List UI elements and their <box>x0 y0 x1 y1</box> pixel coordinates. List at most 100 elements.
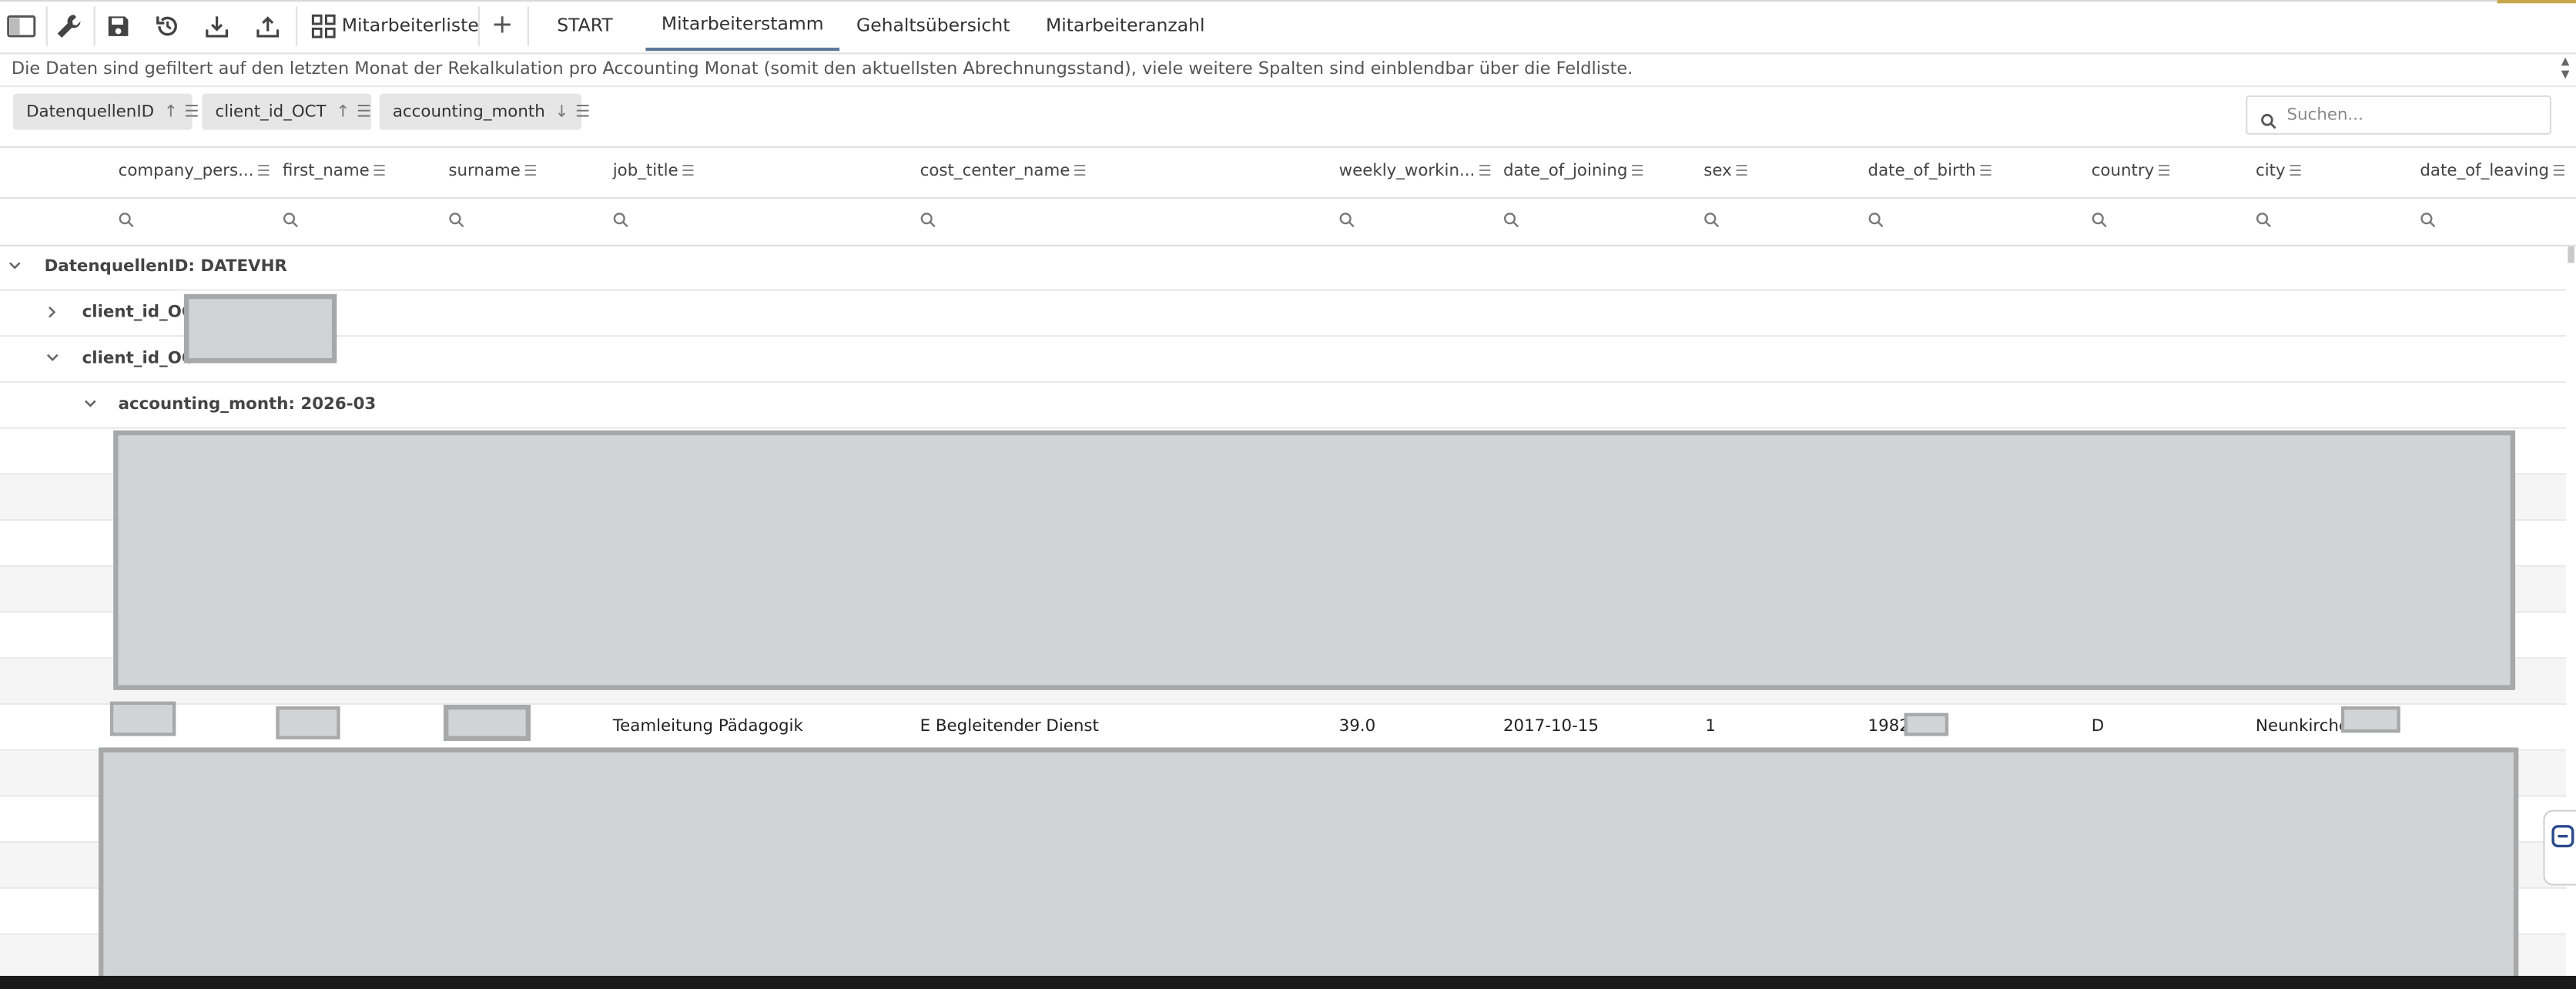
redaction-box <box>1904 712 1949 736</box>
column-header-label: country <box>2091 163 2155 181</box>
column-filter-icon[interactable]: ☰ <box>1074 164 1087 180</box>
toolbar-separator <box>477 6 480 46</box>
filter-search-icon[interactable] <box>2092 212 2108 228</box>
toolbar-separator <box>527 6 529 46</box>
save-icon[interactable] <box>102 10 135 43</box>
side-widget-handle[interactable] <box>2543 810 2576 886</box>
filter-search-icon[interactable] <box>1868 212 1884 228</box>
column-header-weekly-working-hours[interactable]: weekly_workin... ☰ <box>1339 163 1492 180</box>
column-filter-icon[interactable]: ☰ <box>1631 164 1644 180</box>
group-row-client[interactable]: client_id_OCT: <box>0 337 2567 383</box>
column-header-date-of-joining[interactable]: date_of_joining ☰ <box>1503 163 1644 180</box>
toolbar-separator <box>93 6 95 46</box>
cell-sex: 1 <box>1705 718 1716 736</box>
info-bar: Die Daten sind gefiltert auf den letzten… <box>0 52 2576 88</box>
group-chip-label: DatenquellenID <box>26 102 155 121</box>
search-box[interactable]: Suchen... <box>2246 95 2552 135</box>
column-filter-icon[interactable]: ☰ <box>257 164 270 180</box>
column-header-sex[interactable]: sex ☰ <box>1703 163 1748 180</box>
chevron-down-icon[interactable] <box>84 399 97 409</box>
group-row-accounting-month[interactable]: accounting_month: 2026-03 <box>0 383 2567 429</box>
wrench-icon[interactable] <box>52 10 85 43</box>
chevron-down-icon[interactable] <box>8 261 22 271</box>
add-tab-button[interactable]: + <box>491 8 514 40</box>
sort-arrow-icon[interactable]: ↑ <box>164 102 178 120</box>
upload-icon[interactable] <box>251 10 284 43</box>
refresh-icon[interactable] <box>151 10 184 43</box>
filter-icon[interactable]: ☰ <box>184 102 199 120</box>
panel-icon[interactable] <box>5 10 38 43</box>
chevron-down-icon[interactable] <box>46 354 59 364</box>
chat-bubble-icon[interactable] <box>2551 825 2574 848</box>
app-window: Mitarbeiterliste + START Mitarbeiterstam… <box>0 0 2576 989</box>
column-filter-icon[interactable]: ☰ <box>1479 164 1492 180</box>
filter-search-icon[interactable] <box>283 212 299 228</box>
column-header-date-of-leaving[interactable]: date_of_leaving ☰ <box>2420 163 2565 180</box>
group-chip-datenquellenid[interactable]: DatenquellenID ↑ ☰ <box>13 93 199 130</box>
redaction-box <box>113 430 2516 690</box>
tab-mitarbeiterstamm[interactable]: Mitarbeiterstamm <box>645 0 840 52</box>
column-filter-icon[interactable]: ☰ <box>373 164 386 180</box>
column-filter-icon[interactable]: ☰ <box>1979 164 1992 180</box>
group-row-datasource[interactable]: DatenquellenID: DATEVHR <box>0 245 2567 291</box>
filter-icon[interactable]: ☰ <box>575 102 590 120</box>
column-filter-icon[interactable]: ☰ <box>682 164 695 180</box>
search-input[interactable]: Suchen... <box>2287 107 2363 125</box>
column-header-first-name[interactable]: first_name ☰ <box>283 163 386 180</box>
column-filter-icon[interactable]: ☰ <box>1735 164 1748 180</box>
tab-gehaltsuebersicht[interactable]: Gehaltsübersicht <box>851 0 1015 51</box>
column-header-company-personnel[interactable]: company_pers... ☰ <box>119 163 270 180</box>
column-header-label: company_pers... <box>118 163 254 181</box>
column-filter-icon[interactable]: ☰ <box>2289 164 2302 180</box>
filter-search-icon[interactable] <box>2420 212 2436 228</box>
chevron-right-icon[interactable] <box>48 306 58 319</box>
filter-search-icon[interactable] <box>1339 212 1355 228</box>
redaction-box <box>109 701 176 736</box>
window-accent-mark <box>2497 0 2576 4</box>
group-panel: DatenquellenID ↑ ☰ client_id_OCT ↑ ☰ acc… <box>0 87 2576 148</box>
filter-search-icon[interactable] <box>1703 212 1720 228</box>
table-row[interactable]: Teamleitung Pädagogik E Begleitender Die… <box>0 705 2567 751</box>
filter-icon[interactable]: ☰ <box>357 102 371 120</box>
group-chip-label: client_id_OCT <box>215 102 327 121</box>
filter-search-icon[interactable] <box>448 212 464 228</box>
filter-search-icon[interactable] <box>613 212 629 228</box>
column-filter-icon[interactable]: ☰ <box>2552 164 2565 180</box>
filter-search-icon[interactable] <box>1503 212 1519 228</box>
employee-list-button[interactable]: Mitarbeiterliste <box>342 15 479 36</box>
tab-mitarbeiteranzahl[interactable]: Mitarbeiteranzahl <box>1040 0 1211 51</box>
filter-search-icon[interactable] <box>119 212 135 228</box>
tab-start[interactable]: START <box>542 0 628 51</box>
group-chip-client-id-oct[interactable]: client_id_OCT ↑ ☰ <box>202 93 372 130</box>
toolbar-separator <box>45 6 48 46</box>
redaction-box <box>98 747 2519 989</box>
column-header-label: sex <box>1703 163 1732 181</box>
filter-search-icon[interactable] <box>920 212 936 228</box>
column-header-label: weekly_workin... <box>1338 163 1476 181</box>
filter-search-icon[interactable] <box>2256 212 2272 228</box>
column-header-label: job_title <box>612 163 678 181</box>
column-header-city[interactable]: city ☰ <box>2256 163 2302 180</box>
sort-arrow-icon[interactable]: ↓ <box>555 102 569 120</box>
vertical-scrollbar[interactable] <box>2568 246 2574 263</box>
column-filter-icon[interactable]: ☰ <box>524 164 537 180</box>
group-chip-accounting-month[interactable]: accounting_month ↓ ☰ <box>379 93 590 130</box>
column-header-label: date_of_birth <box>1868 163 1976 181</box>
group-row-client[interactable]: client_id_OCT: <box>0 291 2567 337</box>
sort-arrow-icon[interactable]: ↑ <box>336 102 350 120</box>
cell-weekly-working-hours: 39.0 <box>1338 718 1376 736</box>
download-icon[interactable] <box>200 10 233 43</box>
column-filter-icon[interactable]: ☰ <box>2158 164 2171 180</box>
column-header-cost-center-name[interactable]: cost_center_name ☰ <box>920 163 1087 180</box>
cell-job-title: Teamleitung Pädagogik <box>612 718 803 736</box>
group-label: DatenquellenID: DATEVHR <box>44 257 287 277</box>
column-header-surname[interactable]: surname ☰ <box>448 163 537 180</box>
filter-info-text: Die Daten sind gefiltert auf den letzten… <box>11 59 1633 79</box>
grid-icon[interactable] <box>307 10 340 43</box>
column-header-country[interactable]: country ☰ <box>2092 163 2171 180</box>
column-header-job-title[interactable]: job_title ☰ <box>613 163 695 180</box>
expand-arrows-icon[interactable]: ▴ ▾ <box>2561 53 2570 82</box>
column-header-date-of-birth[interactable]: date_of_birth ☰ <box>1868 163 1993 180</box>
redaction-box <box>2340 706 2400 733</box>
redaction-box <box>276 706 340 739</box>
